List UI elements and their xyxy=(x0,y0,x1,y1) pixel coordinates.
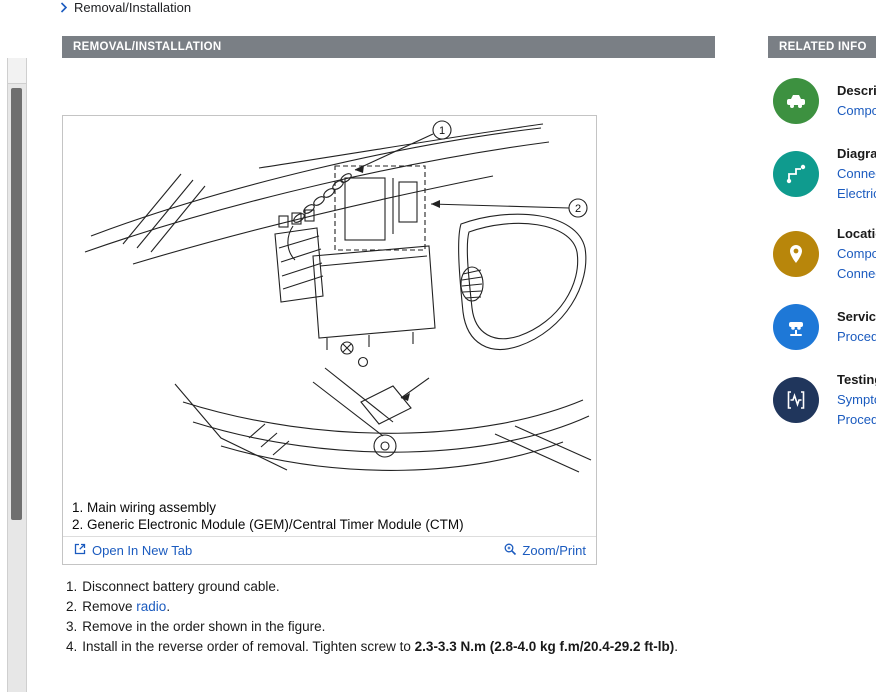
related-info-panel: Description Components Diagrams Connecto… xyxy=(768,78,876,450)
callout-1-number: 1 xyxy=(439,125,445,137)
open-in-new-tab-link[interactable]: Open In New Tab xyxy=(73,542,192,559)
waveform-icon[interactable] xyxy=(773,377,819,423)
chevron-right-icon xyxy=(60,2,67,13)
left-rail-cap xyxy=(8,58,26,84)
zoom-print-link[interactable]: Zoom/Print xyxy=(503,542,586,559)
related-link-procedures[interactable]: Procedures xyxy=(837,327,876,347)
related-item-locations: Locations Component Locations Connector … xyxy=(768,224,876,284)
related-link-electrical-diagrams[interactable]: Electrical Diagrams xyxy=(837,184,876,204)
breadcrumb-label[interactable]: Removal/Installation xyxy=(74,0,191,15)
related-item-diagrams: Diagrams Connector Views Electrical Diag… xyxy=(768,144,876,204)
step-4: 4. Install in the reverse order of remova… xyxy=(66,637,678,657)
figure-panel: 1 2 1. Main wiring assembly 2. Generic E… xyxy=(62,115,597,565)
section-header-removal-installation: REMOVAL/INSTALLATION xyxy=(62,36,715,58)
step-3-text: Remove in the order shown in the figure. xyxy=(82,619,325,634)
figure-caption-1: 1. Main wiring assembly xyxy=(72,500,464,517)
section-header-related-info: RELATED INFO xyxy=(768,36,876,58)
related-item-title: Diagrams xyxy=(837,144,876,164)
zoom-print-label[interactable]: Zoom/Print xyxy=(522,543,586,558)
vehicle-icon[interactable] xyxy=(773,78,819,124)
map-pin-icon[interactable] xyxy=(773,231,819,277)
related-item-title: Description xyxy=(837,81,876,101)
breadcrumb[interactable]: Removal/Installation xyxy=(60,0,191,16)
procedure-steps: 1. Disconnect battery ground cable. 2. Rem… xyxy=(66,577,678,657)
callout-2-number: 2 xyxy=(575,203,581,215)
related-item-description: Description Components xyxy=(768,78,876,124)
figure-toolbar: Open In New Tab Zoom/Print xyxy=(63,536,596,564)
left-scrollbar-track[interactable] xyxy=(7,58,27,692)
related-item-title: Testing xyxy=(837,370,876,390)
step-1-text: Disconnect battery ground cable. xyxy=(82,579,279,594)
related-link-connector-views[interactable]: Connector Views xyxy=(837,164,876,184)
related-item-text: Diagrams Connector Views Electrical Diag… xyxy=(837,144,876,204)
torque-spec: 2.3-3.3 N.m (2.8-4.0 kg f.m/20.4-29.2 ft… xyxy=(415,639,675,654)
step-2-period: . xyxy=(166,599,170,614)
figure-legend: 1. Main wiring assembly 2. Generic Elect… xyxy=(72,500,464,533)
technical-diagram: 1 2 xyxy=(63,116,596,498)
related-item-title: Service xyxy=(837,307,876,327)
service-lift-icon[interactable] xyxy=(773,304,819,350)
related-item-text: Description Components xyxy=(837,81,876,121)
step-3-number: 3. xyxy=(66,619,77,634)
related-item-text: Service Procedures xyxy=(837,307,876,347)
step-4-text: Install in the reverse order of removal.… xyxy=(82,639,414,654)
radio-link[interactable]: radio xyxy=(136,599,166,614)
step-1-number: 1. xyxy=(66,579,77,594)
related-item-testing: Testing Symptoms Procedures xyxy=(768,370,876,430)
step-1: 1. Disconnect battery ground cable. xyxy=(66,577,678,597)
related-link-testing-procedures[interactable]: Procedures xyxy=(837,410,876,430)
related-item-text: Testing Symptoms Procedures xyxy=(837,370,876,430)
open-in-new-tab-label[interactable]: Open In New Tab xyxy=(92,543,192,558)
step-2: 2. Remove radio. xyxy=(66,597,678,617)
zoom-plus-icon xyxy=(503,542,517,559)
step-3: 3. Remove in the order shown in the figur… xyxy=(66,617,678,637)
step-4-number: 4. xyxy=(66,639,77,654)
dashboard-line-drawing: 1 2 xyxy=(63,116,596,498)
related-item-title: Locations xyxy=(837,224,876,244)
open-in-new-tab-icon xyxy=(73,542,87,559)
related-link-components[interactable]: Components xyxy=(837,101,876,121)
related-item-service: Service Procedures xyxy=(768,304,876,350)
figure-caption-2: 2. Generic Electronic Module (GEM)/Centr… xyxy=(72,517,464,534)
step-4-period: . xyxy=(674,639,678,654)
wiring-diagram-icon[interactable] xyxy=(773,151,819,197)
step-2-text: Remove xyxy=(82,599,136,614)
related-link-connector-locations[interactable]: Connector Locations xyxy=(837,264,876,284)
related-link-symptoms[interactable]: Symptoms xyxy=(837,390,876,410)
related-header-label: RELATED INFO xyxy=(779,41,867,53)
section-header-label: REMOVAL/INSTALLATION xyxy=(73,41,221,53)
step-2-number: 2. xyxy=(66,599,77,614)
related-item-text: Locations Component Locations Connector … xyxy=(837,224,876,284)
left-scrollbar-thumb[interactable] xyxy=(11,88,22,520)
related-link-component-locations[interactable]: Component Locations xyxy=(837,244,876,264)
